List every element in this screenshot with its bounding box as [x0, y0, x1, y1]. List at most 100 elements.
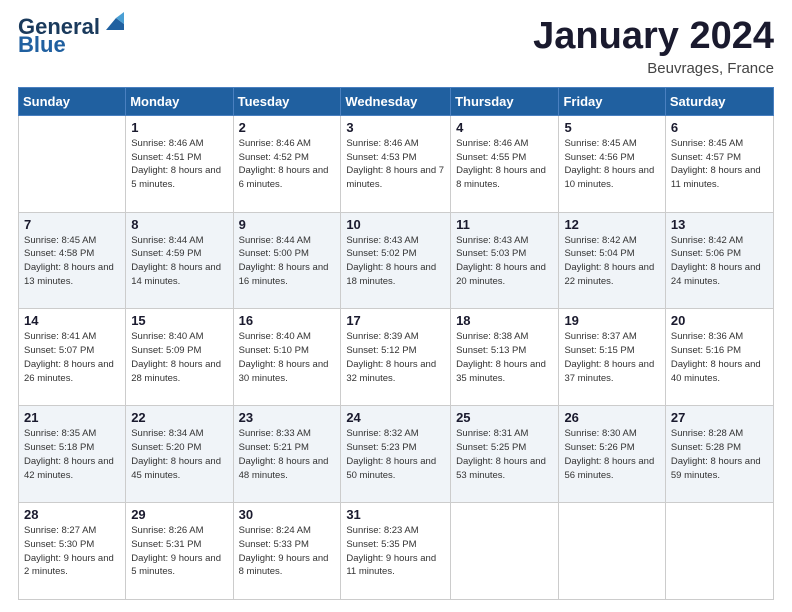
day-info: Sunrise: 8:46 AM Sunset: 4:51 PM Dayligh… — [131, 137, 227, 192]
table-row: 24 Sunrise: 8:32 AM Sunset: 5:23 PM Dayli… — [341, 406, 451, 503]
day-info: Sunrise: 8:30 AM Sunset: 5:26 PM Dayligh… — [564, 427, 659, 482]
day-info: Sunrise: 8:26 AM Sunset: 5:31 PM Dayligh… — [131, 524, 227, 579]
day-number: 28 — [24, 507, 120, 522]
week-row-2: 7 Sunrise: 8:45 AM Sunset: 4:58 PM Daylig… — [19, 212, 774, 309]
header-friday: Friday — [559, 87, 665, 115]
day-info: Sunrise: 8:37 AM Sunset: 5:15 PM Dayligh… — [564, 330, 659, 385]
day-info: Sunrise: 8:45 AM Sunset: 4:58 PM Dayligh… — [24, 234, 120, 289]
calendar-table: Sunday Monday Tuesday Wednesday Thursday… — [18, 87, 774, 600]
day-number: 7 — [24, 217, 120, 232]
day-info: Sunrise: 8:34 AM Sunset: 5:20 PM Dayligh… — [131, 427, 227, 482]
day-number: 9 — [239, 217, 336, 232]
header-sunday: Sunday — [19, 87, 126, 115]
table-row: 7 Sunrise: 8:45 AM Sunset: 4:58 PM Daylig… — [19, 212, 126, 309]
day-info: Sunrise: 8:46 AM Sunset: 4:53 PM Dayligh… — [346, 137, 445, 192]
table-row: 26 Sunrise: 8:30 AM Sunset: 5:26 PM Dayli… — [559, 406, 665, 503]
week-row-1: 1 Sunrise: 8:46 AM Sunset: 4:51 PM Daylig… — [19, 115, 774, 212]
day-info: Sunrise: 8:40 AM Sunset: 5:10 PM Dayligh… — [239, 330, 336, 385]
logo: General Blue — [18, 16, 124, 56]
day-info: Sunrise: 8:42 AM Sunset: 5:04 PM Dayligh… — [564, 234, 659, 289]
day-number: 26 — [564, 410, 659, 425]
page: General Blue January 2024 Beuvrages, Fra… — [0, 0, 792, 612]
day-number: 15 — [131, 313, 227, 328]
day-number: 20 — [671, 313, 768, 328]
day-info: Sunrise: 8:45 AM Sunset: 4:56 PM Dayligh… — [564, 137, 659, 192]
day-info: Sunrise: 8:39 AM Sunset: 5:12 PM Dayligh… — [346, 330, 445, 385]
day-info: Sunrise: 8:27 AM Sunset: 5:30 PM Dayligh… — [24, 524, 120, 579]
week-row-3: 14Sunrise: 8:41 AM Sunset: 5:07 PM Dayli… — [19, 309, 774, 406]
header: General Blue January 2024 Beuvrages, Fra… — [18, 16, 774, 77]
table-row: 6 Sunrise: 8:45 AM Sunset: 4:57 PM Daylig… — [665, 115, 773, 212]
table-row: 29Sunrise: 8:26 AM Sunset: 5:31 PM Dayli… — [126, 503, 233, 600]
day-info: Sunrise: 8:32 AM Sunset: 5:23 PM Dayligh… — [346, 427, 445, 482]
table-row: 3 Sunrise: 8:46 AM Sunset: 4:53 PM Daylig… — [341, 115, 451, 212]
day-number: 22 — [131, 410, 227, 425]
day-number: 12 — [564, 217, 659, 232]
table-row: 13 Sunrise: 8:42 AM Sunset: 5:06 PM Dayli… — [665, 212, 773, 309]
day-number: 31 — [346, 507, 445, 522]
table-row: 14Sunrise: 8:41 AM Sunset: 5:07 PM Dayli… — [19, 309, 126, 406]
day-info: Sunrise: 8:40 AM Sunset: 5:09 PM Dayligh… — [131, 330, 227, 385]
table-row: 12 Sunrise: 8:42 AM Sunset: 5:04 PM Dayli… — [559, 212, 665, 309]
day-info: Sunrise: 8:44 AM Sunset: 4:59 PM Dayligh… — [131, 234, 227, 289]
table-row: 20Sunrise: 8:36 AM Sunset: 5:16 PM Dayli… — [665, 309, 773, 406]
location: Beuvrages, France — [533, 60, 774, 77]
table-row: 10Sunrise: 8:43 AM Sunset: 5:02 PM Dayli… — [341, 212, 451, 309]
day-info: Sunrise: 8:42 AM Sunset: 5:06 PM Dayligh… — [671, 234, 768, 289]
day-info: Sunrise: 8:24 AM Sunset: 5:33 PM Dayligh… — [239, 524, 336, 579]
day-number: 24 — [346, 410, 445, 425]
header-wednesday: Wednesday — [341, 87, 451, 115]
day-info: Sunrise: 8:43 AM Sunset: 5:03 PM Dayligh… — [456, 234, 553, 289]
day-number: 8 — [131, 217, 227, 232]
title-block: January 2024 Beuvrages, France — [533, 16, 774, 77]
table-row — [559, 503, 665, 600]
table-row: 28 Sunrise: 8:27 AM Sunset: 5:30 PM Dayli… — [19, 503, 126, 600]
table-row: 18 Sunrise: 8:38 AM Sunset: 5:13 PM Dayli… — [451, 309, 559, 406]
table-row: 9 Sunrise: 8:44 AM Sunset: 5:00 PM Daylig… — [233, 212, 341, 309]
day-number: 17 — [346, 313, 445, 328]
week-row-5: 28 Sunrise: 8:27 AM Sunset: 5:30 PM Dayli… — [19, 503, 774, 600]
header-thursday: Thursday — [451, 87, 559, 115]
table-row: 2Sunrise: 8:46 AM Sunset: 4:52 PM Daylig… — [233, 115, 341, 212]
day-number: 18 — [456, 313, 553, 328]
day-number: 6 — [671, 120, 768, 135]
day-info: Sunrise: 8:45 AM Sunset: 4:57 PM Dayligh… — [671, 137, 768, 192]
table-row — [665, 503, 773, 600]
table-row: 25 Sunrise: 8:31 AM Sunset: 5:25 PM Dayli… — [451, 406, 559, 503]
day-info: Sunrise: 8:43 AM Sunset: 5:02 PM Dayligh… — [346, 234, 445, 289]
day-info: Sunrise: 8:31 AM Sunset: 5:25 PM Dayligh… — [456, 427, 553, 482]
day-info: Sunrise: 8:28 AM Sunset: 5:28 PM Dayligh… — [671, 427, 768, 482]
table-row: 22 Sunrise: 8:34 AM Sunset: 5:20 PM Dayli… — [126, 406, 233, 503]
day-info: Sunrise: 8:44 AM Sunset: 5:00 PM Dayligh… — [239, 234, 336, 289]
table-row — [451, 503, 559, 600]
day-info: Sunrise: 8:38 AM Sunset: 5:13 PM Dayligh… — [456, 330, 553, 385]
table-row: 23Sunrise: 8:33 AM Sunset: 5:21 PM Dayli… — [233, 406, 341, 503]
table-row: 21Sunrise: 8:35 AM Sunset: 5:18 PM Dayli… — [19, 406, 126, 503]
logo-blue: Blue — [18, 34, 66, 56]
day-number: 13 — [671, 217, 768, 232]
week-row-4: 21Sunrise: 8:35 AM Sunset: 5:18 PM Dayli… — [19, 406, 774, 503]
day-number: 25 — [456, 410, 553, 425]
table-row: 27Sunrise: 8:28 AM Sunset: 5:28 PM Dayli… — [665, 406, 773, 503]
table-row: 5Sunrise: 8:45 AM Sunset: 4:56 PM Daylig… — [559, 115, 665, 212]
table-row: 31Sunrise: 8:23 AM Sunset: 5:35 PM Dayli… — [341, 503, 451, 600]
day-info: Sunrise: 8:33 AM Sunset: 5:21 PM Dayligh… — [239, 427, 336, 482]
day-number: 16 — [239, 313, 336, 328]
weekday-header-row: Sunday Monday Tuesday Wednesday Thursday… — [19, 87, 774, 115]
day-number: 3 — [346, 120, 445, 135]
logo-icon — [102, 12, 124, 34]
table-row: 17 Sunrise: 8:39 AM Sunset: 5:12 PM Dayli… — [341, 309, 451, 406]
header-monday: Monday — [126, 87, 233, 115]
day-info: Sunrise: 8:46 AM Sunset: 4:52 PM Dayligh… — [239, 137, 336, 192]
table-row: 8 Sunrise: 8:44 AM Sunset: 4:59 PM Daylig… — [126, 212, 233, 309]
table-row — [19, 115, 126, 212]
day-number: 1 — [131, 120, 227, 135]
day-info: Sunrise: 8:35 AM Sunset: 5:18 PM Dayligh… — [24, 427, 120, 482]
table-row: 11 Sunrise: 8:43 AM Sunset: 5:03 PM Dayli… — [451, 212, 559, 309]
day-number: 30 — [239, 507, 336, 522]
table-row: 19Sunrise: 8:37 AM Sunset: 5:15 PM Dayli… — [559, 309, 665, 406]
day-number: 11 — [456, 217, 553, 232]
day-number: 14 — [24, 313, 120, 328]
header-tuesday: Tuesday — [233, 87, 341, 115]
table-row: 1 Sunrise: 8:46 AM Sunset: 4:51 PM Daylig… — [126, 115, 233, 212]
